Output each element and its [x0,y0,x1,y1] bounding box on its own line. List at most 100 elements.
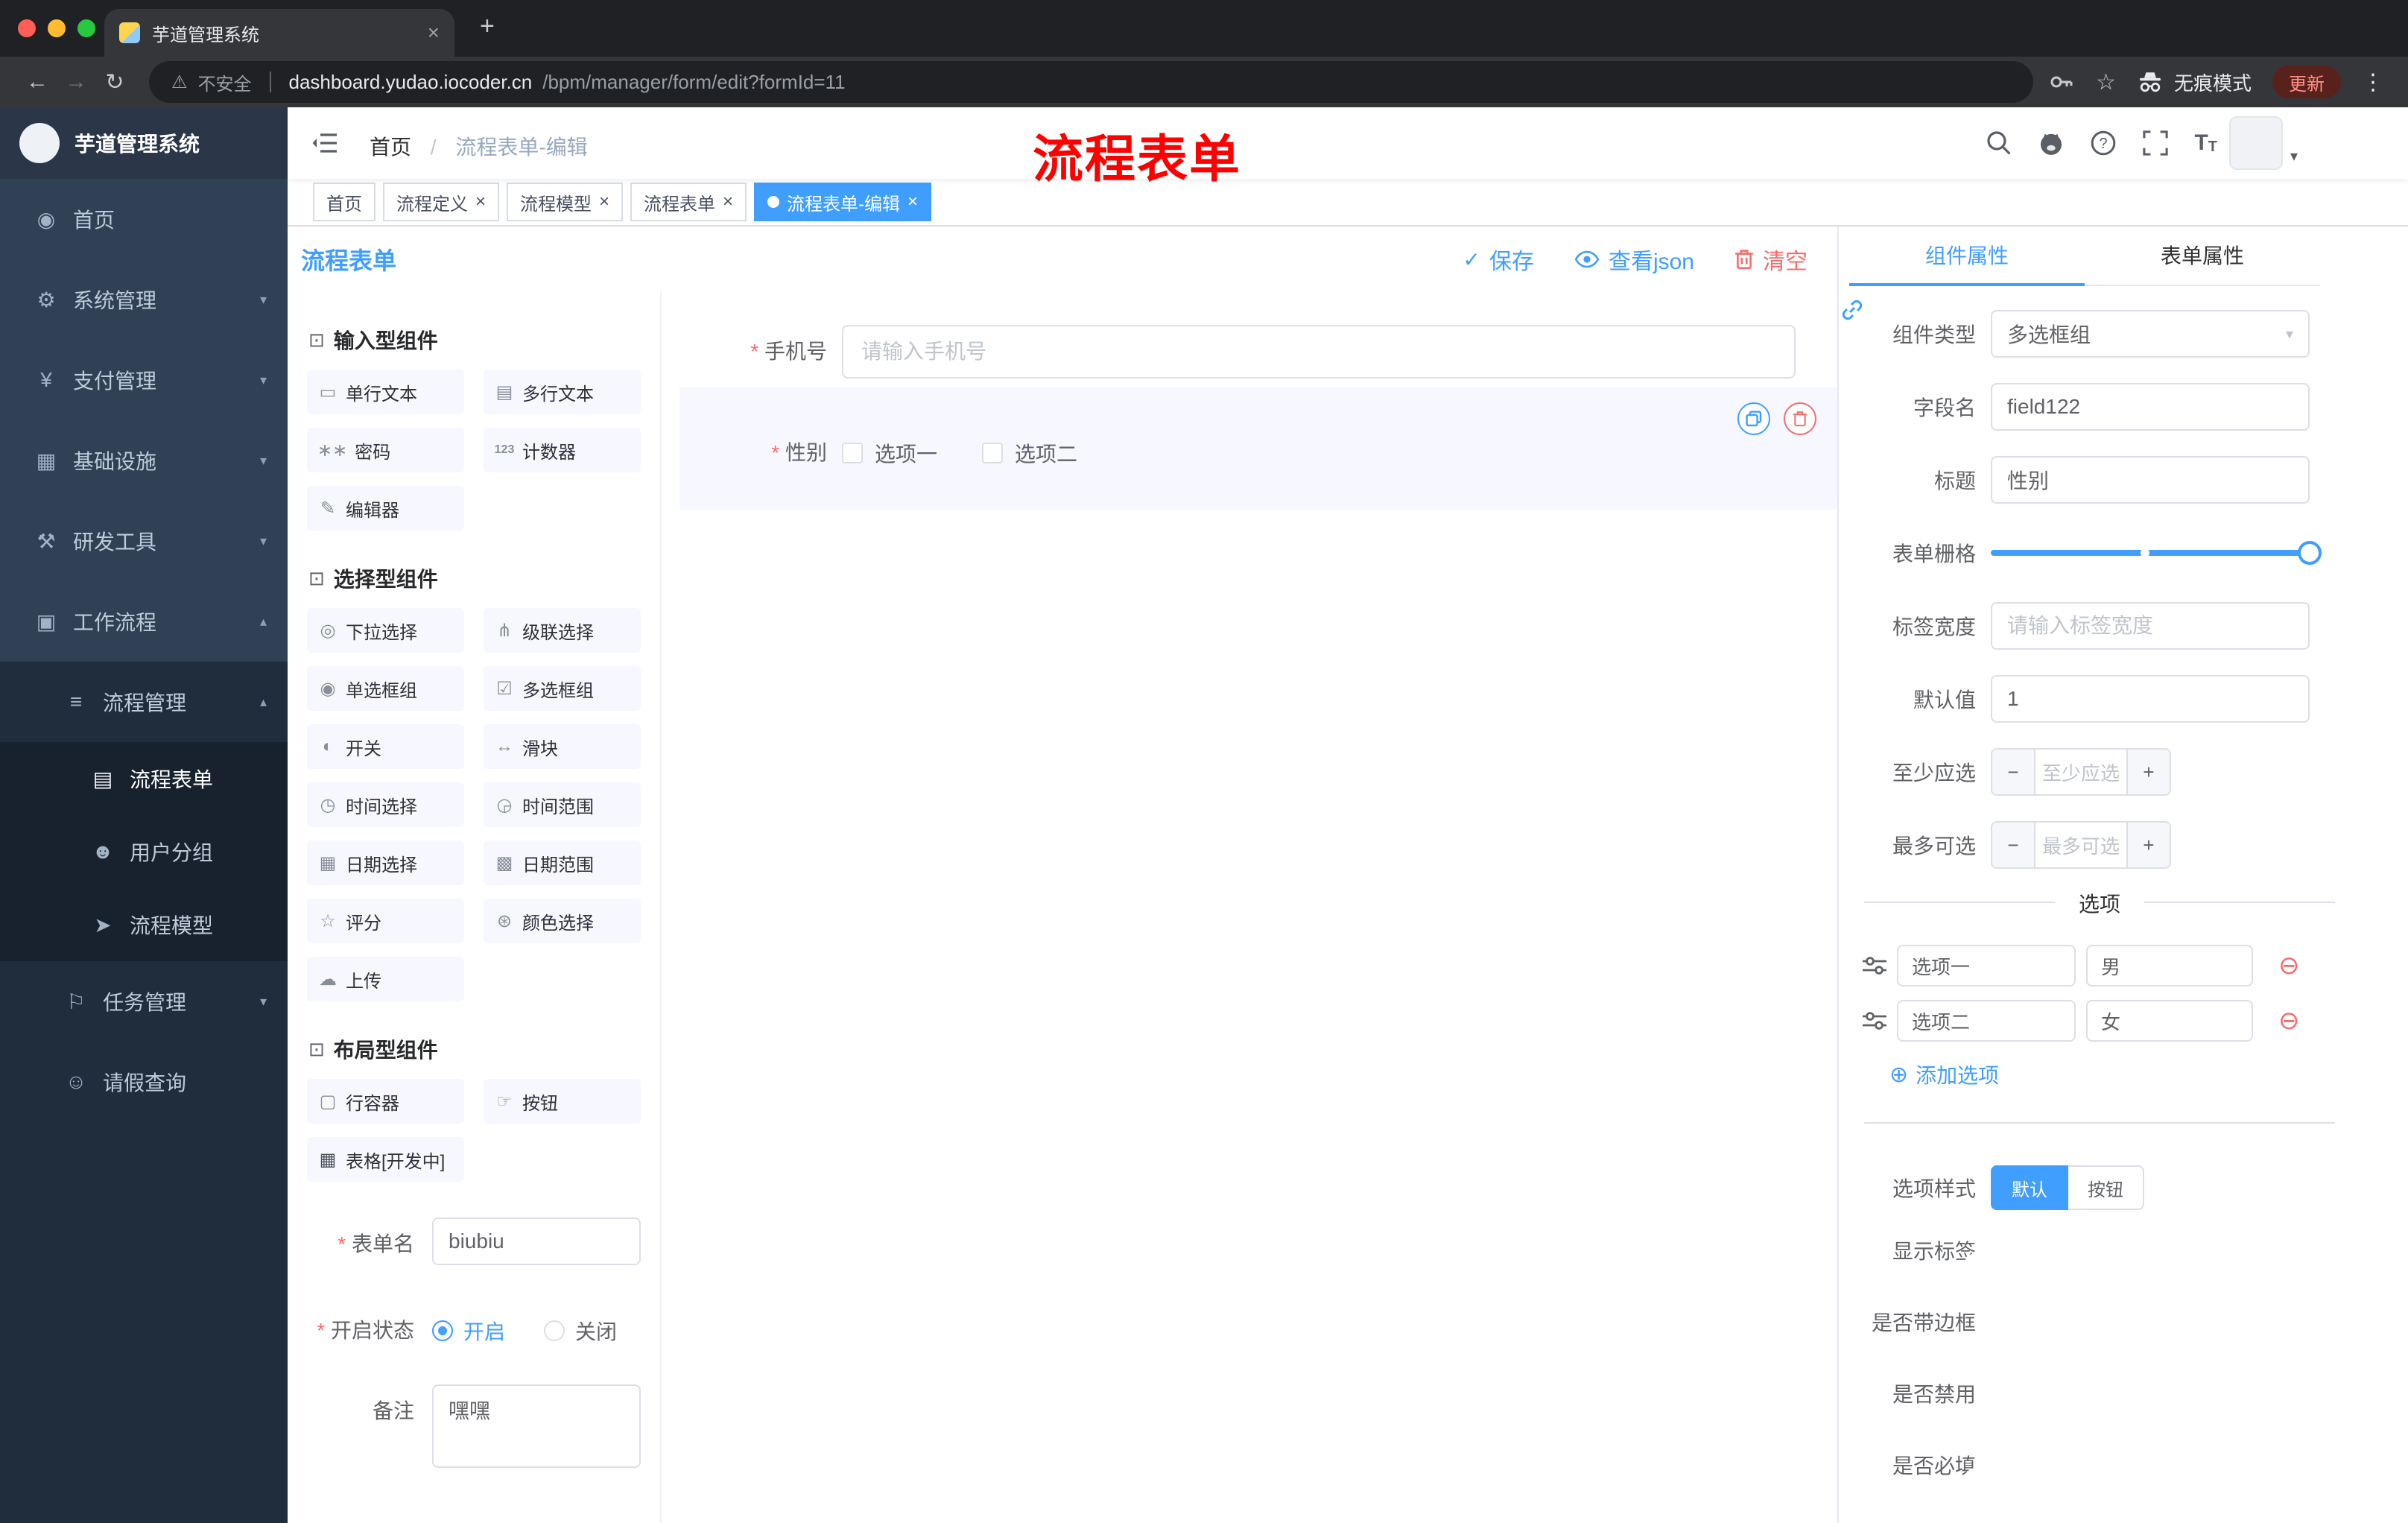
tag-close-icon[interactable]: × [599,193,609,211]
sidebar-item-workflow[interactable]: ▣ 工作流程 ▴ [0,581,288,662]
remove-option-button[interactable]: ⊖ [2278,953,2300,978]
new-tab-button[interactable]: + [480,13,495,39]
sidebar-item-home[interactable]: ◉ 首页 [0,179,288,259]
palette-item-date-picker[interactable]: ▦ 日期选择 [307,840,464,885]
status-on-radio[interactable]: 开启 [432,1316,505,1346]
palette-item-cascader[interactable]: ⋔ 级联选择 [484,608,641,653]
sidebar-item-process-model[interactable]: ➤ 流程模型 [0,888,288,961]
form-grid-slider[interactable] [1991,529,2322,577]
style-button-button[interactable]: 按钮 [2068,1165,2144,1210]
tag-close-icon[interactable]: × [723,193,733,211]
tab-form-props[interactable]: 表单属性 [2085,227,2320,285]
design-canvas[interactable]: 手机号 性别 [679,292,1837,1523]
palette-item-time-picker[interactable]: ◷ 时间选择 [307,782,464,827]
increment-button[interactable]: + [2126,750,2170,794]
max-select-value[interactable]: 最多可选 [2035,823,2126,867]
save-button[interactable]: ✓ 保存 [1463,243,1533,276]
palette-item-password[interactable]: ∗∗ 密码 [307,428,464,472]
copy-field-button[interactable] [1737,402,1770,435]
delete-field-button[interactable] [1784,402,1816,435]
slider-track[interactable] [1991,541,2322,565]
tag-process-form-edit[interactable]: 流程表单-编辑 × [754,183,932,221]
phone-field-input[interactable] [842,325,1796,379]
decrement-button[interactable]: − [1992,823,2035,867]
browser-tab[interactable]: 芋道管理系统 × [104,9,454,57]
bookmark-star-icon[interactable]: ☆ [2096,69,2116,95]
palette-item-rate[interactable]: ☆ 评分 [307,899,464,943]
sidebar-item-system-management[interactable]: ⚙ 系统管理 ▾ [0,259,288,340]
breadcrumb-home[interactable]: 首页 [370,136,411,159]
field-name-input[interactable] [1991,383,2310,431]
search-icon[interactable] [1986,130,2012,156]
fullscreen-icon[interactable] [2142,130,2169,156]
palette-item-select[interactable]: ◎ 下拉选择 [307,608,464,653]
slider-handle[interactable] [2298,541,2322,565]
sidebar-item-process-management[interactable]: ≡ 流程管理 ▴ [0,662,288,742]
palette-item-single-text[interactable]: ▭ 单行文本 [307,370,464,414]
sidebar-item-user-group[interactable]: ☻ 用户分组 [0,815,288,888]
gender-option-2-checkbox[interactable]: 选项二 [982,438,1077,468]
password-key-icon[interactable] [2048,69,2075,95]
palette-item-counter[interactable]: 123 计数器 [484,428,641,472]
tab-close-icon[interactable]: × [428,22,440,43]
palette-item-row-container[interactable]: ▢ 行容器 [307,1079,464,1124]
tag-close-icon[interactable]: × [907,193,918,211]
component-type-select[interactable]: 多选框组 ▾ [1991,310,2310,358]
tag-close-icon[interactable]: × [475,193,486,211]
option-label-input[interactable] [1897,945,2076,987]
back-button[interactable]: ← [18,69,57,95]
palette-item-switch[interactable]: ◐ 开关 [307,724,464,769]
remove-option-button[interactable]: ⊖ [2278,1008,2300,1033]
decrement-button[interactable]: − [1992,750,2035,794]
sidebar-item-leave-query[interactable]: ☺ 请假查询 [0,1042,288,1122]
tag-process-definition[interactable]: 流程定义 × [383,183,500,221]
clear-button[interactable]: 清空 [1734,243,1807,276]
palette-item-checkbox-group[interactable]: ☑ 多选框组 [484,666,641,711]
browser-menu-icon[interactable]: ⋮ [2362,69,2384,95]
help-icon[interactable]: ? [2090,130,2117,156]
sidebar-item-infrastructure[interactable]: ▦ 基础设施 ▾ [0,420,288,501]
label-width-input[interactable] [1991,602,2310,650]
style-default-button[interactable]: 默认 [1991,1165,2068,1210]
maximize-window-button[interactable] [77,19,95,37]
user-menu[interactable]: ▾ [2228,116,2298,170]
palette-item-textarea[interactable]: ▤ 多行文本 [484,370,641,414]
phone-field[interactable]: 手机号 [679,325,1837,379]
title-input[interactable] [1991,456,2310,504]
view-json-button[interactable]: 查看json [1574,243,1694,276]
forward-button[interactable]: → [57,69,95,95]
add-option-button[interactable]: ⊕ 添加选项 [1889,1060,2408,1089]
palette-item-upload[interactable]: ☁ 上传 [307,957,464,1001]
browser-update-button[interactable]: 更新 [2272,66,2341,98]
gender-option-1-checkbox[interactable]: 选项一 [842,438,937,468]
sidebar-item-process-form[interactable]: ▤ 流程表单 [0,742,288,815]
reload-button[interactable]: ↻ [95,69,134,95]
palette-item-color-picker[interactable]: ⊛ 颜色选择 [484,899,641,943]
drag-handle-icon[interactable] [1863,955,1886,976]
palette-item-editor[interactable]: ✎ 编辑器 [307,486,464,531]
palette-item-time-range[interactable]: ◶ 时间范围 [484,782,641,827]
palette-item-radio-group[interactable]: ◉ 单选框组 [307,666,464,711]
increment-button[interactable]: + [2126,823,2170,867]
link-icon[interactable] [1840,298,1864,322]
tag-home[interactable]: 首页 [313,183,376,221]
palette-item-table[interactable]: ▦ 表格[开发中] [307,1137,464,1182]
security-warning-icon[interactable]: ⚠ [171,72,188,93]
font-size-icon[interactable]: TT [2194,132,2217,155]
palette-item-date-range[interactable]: ▩ 日期范围 [484,840,641,885]
address-bar[interactable]: ⚠ 不安全 dashboard.yudao.iocoder.cn/bpm/man… [149,61,2034,103]
tag-process-form[interactable]: 流程表单 × [630,183,747,221]
palette-item-slider[interactable]: ↔ 滑块 [484,724,641,769]
min-select-value[interactable]: 至少应选 [2035,750,2126,794]
tab-component-props[interactable]: 组件属性 [1849,227,2085,286]
sidebar-logo[interactable]: 芋道管理系统 [0,107,288,179]
status-off-radio[interactable]: 关闭 [544,1316,617,1346]
option-value-input[interactable] [2086,1000,2253,1042]
drag-handle-icon[interactable] [1863,1010,1886,1031]
sidebar-collapse-icon[interactable] [311,131,338,155]
gender-field-selected[interactable]: 性别 选项一 选项二 [679,387,1837,510]
tag-process-model[interactable]: 流程模型 × [507,183,624,221]
sidebar-item-dev-tools[interactable]: ⚒ 研发工具 ▾ [0,501,288,581]
option-value-input[interactable] [2086,945,2253,987]
default-value-input[interactable] [1991,675,2310,723]
